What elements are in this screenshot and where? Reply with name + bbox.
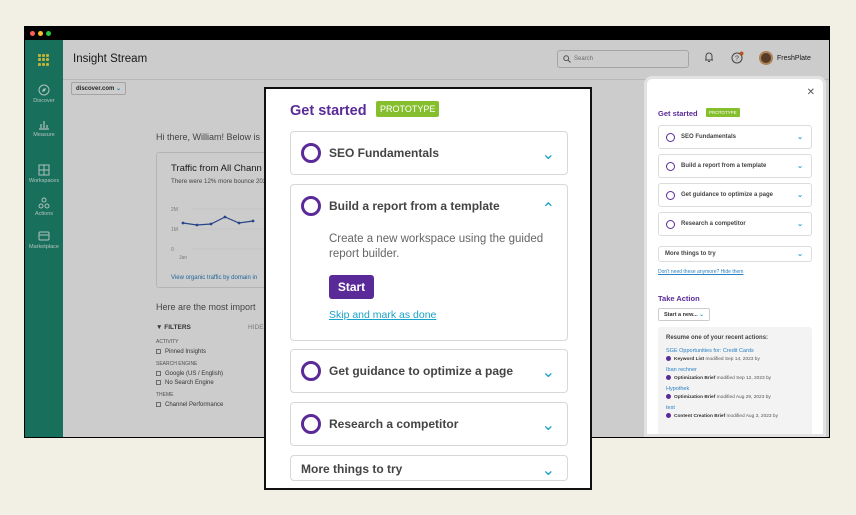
recent-actions: Resume one of your recent actions: SGE O… <box>658 327 812 434</box>
circle-icon <box>666 133 675 142</box>
panel-item[interactable]: Build a report from a template ⌄ <box>658 154 812 178</box>
take-action-heading: Take Action <box>658 294 700 303</box>
tag-icon <box>666 394 671 399</box>
recent-item-type: Optimization Brief <box>674 395 716 400</box>
more-things-to-try[interactable]: More things to try ⌄ <box>290 455 568 481</box>
skip-link[interactable]: Skip and mark as done <box>329 309 436 321</box>
circle-icon <box>666 220 675 229</box>
panel-item-label: SEO Fundamentals <box>681 134 737 140</box>
accordion-label: Get guidance to optimize a page <box>329 364 514 378</box>
panel-item-label: Build a report from a template <box>681 163 767 169</box>
chevron-down-icon: ⌄ <box>797 134 803 141</box>
get-started-panel: ✕ Get started PROTOTYPE SEO Fundamentals… <box>644 76 826 437</box>
popup-title: Get started <box>290 103 367 119</box>
panel-item[interactable]: SEO Fundamentals ⌄ <box>658 125 812 149</box>
panel-item[interactable]: Research a competitor ⌄ <box>658 212 812 236</box>
accordion-item-research-competitor[interactable]: Research a competitor ⌄ <box>290 402 568 446</box>
recent-item-link[interactable]: test <box>666 405 804 411</box>
recent-item-type: Content Creation Brief <box>674 414 726 419</box>
panel-more-things[interactable]: More things to try ⌄ <box>658 246 812 262</box>
prototype-badge: PROTOTYPE <box>376 101 440 117</box>
circle-icon <box>666 191 675 200</box>
circle-icon <box>301 361 321 381</box>
recent-item-modified: modified Aug 29, 2023 by <box>716 395 771 400</box>
recent-item-modified: modified Sep 14, 2023 by <box>705 357 760 362</box>
circle-icon <box>301 143 321 163</box>
recent-item-link[interactable]: SGE Opportunities for: Credit Cards <box>666 348 804 354</box>
panel-title: Get started <box>658 109 698 118</box>
maximize-window-button[interactable] <box>46 31 51 36</box>
hide-link[interactable]: Don't need these anymore? Hide them <box>658 269 743 275</box>
chevron-down-icon[interactable]: ⌄ <box>542 362 555 382</box>
recent-item-meta: Keyword List modified Sep 14, 2023 by <box>666 356 804 362</box>
more-label: More things to try <box>301 462 403 476</box>
accordion-label: SEO Fundamentals <box>329 146 440 160</box>
start-button[interactable]: Start <box>329 275 374 299</box>
accordion-item-build-report[interactable]: Build a report from a template ⌃ Create … <box>290 184 568 341</box>
get-started-popup: Get started PROTOTYPE SEO Fundamentals ⌄… <box>264 87 592 490</box>
accordion-description: Create a new workspace using the guided … <box>329 233 544 260</box>
chevron-down-icon: ⌄ <box>699 312 704 318</box>
tag-icon <box>666 375 671 380</box>
chevron-down-icon: ⌄ <box>797 221 803 228</box>
circle-icon <box>666 162 675 171</box>
tag-icon <box>666 413 671 418</box>
minimize-window-button[interactable] <box>38 31 43 36</box>
recent-item-meta: Optimization Brief modified Aug 29, 2023… <box>666 394 804 400</box>
recent-item-meta: Optimization Brief modified Sep 12, 2023… <box>666 375 804 381</box>
accordion-label: Build a report from a template <box>329 199 500 213</box>
panel-item-label: Research a competitor <box>681 221 746 227</box>
chevron-up-icon[interactable]: ⌃ <box>542 199 555 219</box>
circle-icon <box>301 414 321 434</box>
recent-heading: Resume one of your recent actions: <box>666 335 769 341</box>
recent-item-meta: Content Creation Brief modified Aug 3, 2… <box>666 413 804 419</box>
close-window-button[interactable] <box>30 31 35 36</box>
panel-item[interactable]: Get guidance to optimize a page ⌄ <box>658 183 812 207</box>
chevron-down-icon: ⌄ <box>797 163 803 170</box>
recent-item-link[interactable]: Iban rechner <box>666 367 804 373</box>
circle-icon <box>301 196 321 216</box>
start-new-label: Start a new... <box>664 312 698 318</box>
chevron-down-icon: ⌄ <box>797 251 803 258</box>
close-icon[interactable]: ✕ <box>807 87 815 98</box>
chevron-down-icon[interactable]: ⌄ <box>542 144 555 164</box>
chevron-down-icon[interactable]: ⌄ <box>542 415 555 435</box>
tag-icon <box>666 356 671 361</box>
panel-more-label: More things to try <box>665 251 716 257</box>
recent-item-type: Optimization Brief <box>674 376 716 381</box>
recent-item-modified: modified Sep 12, 2023 by <box>716 376 772 381</box>
recent-item-link[interactable]: Hypothek <box>666 386 804 392</box>
chevron-down-icon: ⌄ <box>797 192 803 199</box>
accordion-item-optimize-page[interactable]: Get guidance to optimize a page ⌄ <box>290 349 568 393</box>
start-new-dropdown[interactable]: Start a new... ⌄ <box>658 308 710 321</box>
title-bar <box>24 26 830 40</box>
prototype-badge: PROTOTYPE <box>706 108 740 117</box>
accordion-item-seo-fundamentals[interactable]: SEO Fundamentals ⌄ <box>290 131 568 175</box>
accordion-label: Research a competitor <box>329 417 459 431</box>
recent-item-type: Keyword List <box>674 357 705 362</box>
chevron-down-icon[interactable]: ⌄ <box>542 460 555 480</box>
recent-item-modified: modified Aug 3, 2023 by <box>726 414 778 419</box>
panel-item-label: Get guidance to optimize a page <box>681 192 774 198</box>
